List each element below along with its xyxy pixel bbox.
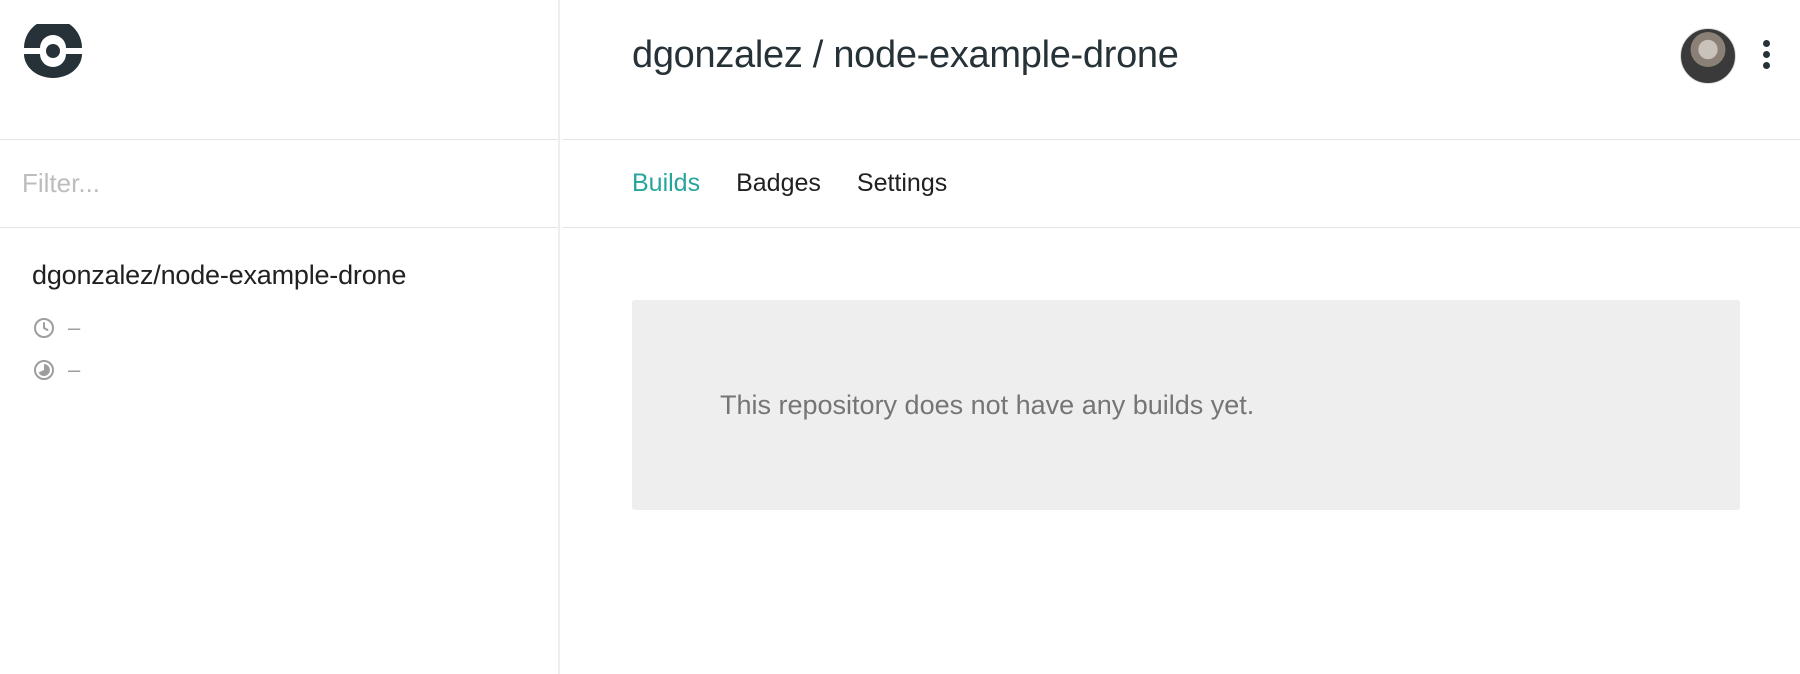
app: dgonzalez/node-example-drone – – <box>0 0 1800 674</box>
repo-duration-row: – <box>32 349 558 391</box>
repo-duration-value: – <box>68 357 81 382</box>
clock-icon <box>34 318 54 338</box>
builds-content: This repository does not have any builds… <box>562 228 1800 510</box>
main-panel: dgonzalez / node-example-drone Builds Ba… <box>562 0 1800 674</box>
tab-builds[interactable]: Builds <box>632 169 700 198</box>
sidebar-header <box>0 0 558 140</box>
drone-logo-icon[interactable] <box>22 24 84 78</box>
repo-elapsed-value: – <box>68 315 81 340</box>
main-header: dgonzalez / node-example-drone <box>562 0 1800 140</box>
sidebar: dgonzalez/node-example-drone – – <box>0 0 560 674</box>
timelapse-icon <box>34 360 54 380</box>
filter-bar <box>0 140 558 228</box>
repo-meta: – – <box>32 307 558 391</box>
tab-settings[interactable]: Settings <box>857 169 947 198</box>
repo-name: dgonzalez/node-example-drone <box>32 260 407 290</box>
tabs-bar: Builds Badges Settings <box>562 140 1800 228</box>
repo-list-item[interactable]: dgonzalez/node-example-drone – – <box>0 228 558 391</box>
empty-state-message: This repository does not have any builds… <box>720 389 1255 420</box>
filter-input[interactable] <box>22 168 522 199</box>
empty-state-box: This repository does not have any builds… <box>632 300 1740 510</box>
page-title: dgonzalez / node-example-drone <box>632 34 1179 76</box>
more-vert-icon[interactable] <box>1754 40 1778 74</box>
repo-elapsed-row: – <box>32 307 558 349</box>
user-avatar[interactable] <box>1680 28 1736 84</box>
tab-badges[interactable]: Badges <box>736 169 821 198</box>
